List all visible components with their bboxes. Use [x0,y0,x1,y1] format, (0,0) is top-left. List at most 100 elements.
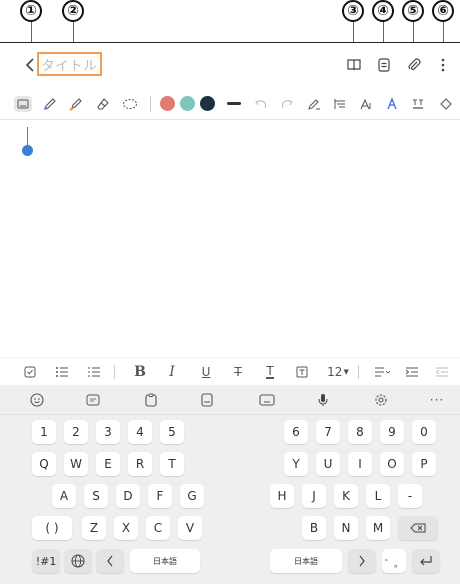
pen-icon[interactable] [40,87,60,120]
key-hyphen[interactable]: - [398,484,422,508]
lasso-select-icon[interactable] [120,87,140,120]
straighten-icon[interactable] [330,87,350,120]
key-a[interactable]: A [52,484,76,508]
redo-icon[interactable] [278,87,296,120]
pen-thickness-icon[interactable] [224,87,244,120]
key-6[interactable]: 6 [284,420,308,444]
title-input[interactable]: タイトル [37,52,102,76]
callout-4: ④ [372,0,394,22]
key-r[interactable]: R [128,452,152,476]
checkbox-icon[interactable] [20,358,40,386]
strikethrough-icon[interactable]: T [228,358,248,386]
callout-6: ⑥ [432,0,454,22]
toolbar-divider [148,87,152,120]
cursor-handle[interactable] [22,145,33,156]
key-t[interactable]: T [160,452,184,476]
keyboard-mode-icon[interactable] [12,87,34,120]
highlighter-icon[interactable] [66,87,86,120]
key-9[interactable]: 9 [380,420,404,444]
key-f[interactable]: F [148,484,172,508]
key-y[interactable]: Y [284,452,308,476]
key-parentheses[interactable]: ( ) [32,516,72,540]
space-key-right[interactable]: 日本語 [270,549,342,573]
more-icon[interactable]: ··· [426,385,448,415]
text-background-icon[interactable] [292,358,312,386]
key-c[interactable]: C [146,516,170,540]
note-canvas[interactable] [0,121,460,353]
more-options-icon[interactable] [434,55,452,75]
key-2[interactable]: 2 [64,420,88,444]
enter-icon [420,556,432,566]
callout-1: ① [20,0,42,22]
text-style-icon[interactable] [356,87,376,120]
key-u[interactable]: U [316,452,340,476]
note-list-icon[interactable] [374,55,394,75]
attach-icon[interactable] [404,55,424,75]
key-0[interactable]: 0 [412,420,436,444]
shape-tool-icon[interactable] [436,87,456,120]
text-color-icon[interactable]: T [260,358,280,386]
convert-text-icon[interactable] [408,87,428,120]
undo-icon[interactable] [252,87,270,120]
pen-color-red[interactable] [158,87,176,120]
key-e[interactable]: E [96,452,120,476]
voice-input-icon[interactable] [312,385,334,415]
key-s[interactable]: S [84,484,108,508]
key-5[interactable]: 5 [160,420,184,444]
key-g[interactable]: G [180,484,204,508]
key-w[interactable]: W [64,452,88,476]
italic-icon[interactable]: I [162,358,182,386]
key-8[interactable]: 8 [348,420,372,444]
handwriting-to-text-icon[interactable] [304,87,324,120]
key-b[interactable]: B [302,516,326,540]
color-swatch [179,96,195,111]
key-h[interactable]: H [270,484,294,508]
key-n[interactable]: N [334,516,358,540]
dakuten-key[interactable]: ゛。 [382,549,406,573]
key-l[interactable]: L [366,484,390,508]
key-3[interactable]: 3 [96,420,120,444]
keyboard-settings-icon[interactable] [370,385,392,415]
keyboard-layout-icon[interactable] [256,385,278,415]
underline-icon[interactable]: U [196,358,216,386]
symbols-icon[interactable] [82,385,104,415]
key-v[interactable]: V [178,516,202,540]
indent-icon[interactable] [402,358,422,386]
enter-key[interactable] [412,549,440,573]
pen-color-teal[interactable] [178,87,196,120]
handwriting-input-icon[interactable] [196,385,218,415]
bold-icon[interactable]: B [130,358,150,386]
key-1[interactable]: 1 [32,420,56,444]
cursor-left-key[interactable] [96,549,124,573]
handwriting-beautify-icon[interactable] [382,87,402,120]
read-mode-icon[interactable] [344,55,364,75]
key-d[interactable]: D [116,484,140,508]
key-o[interactable]: O [380,452,404,476]
clipboard-icon[interactable] [140,385,162,415]
key-q[interactable]: Q [32,452,56,476]
key-x[interactable]: X [114,516,138,540]
font-size-dropdown[interactable]: 12 ▼ [324,358,352,386]
key-i[interactable]: I [348,452,372,476]
language-key[interactable] [64,549,92,573]
key-p[interactable]: P [412,452,436,476]
symbols-key[interactable]: !#1 [32,549,60,573]
backspace-key[interactable] [398,516,438,540]
key-j[interactable]: J [302,484,326,508]
cursor-right-key[interactable] [348,549,376,573]
bullet-list-icon[interactable] [52,358,72,386]
outdent-icon[interactable] [432,358,452,386]
key-k[interactable]: K [334,484,358,508]
emoji-icon[interactable] [26,385,48,415]
numbered-list-icon[interactable] [84,358,104,386]
key-z[interactable]: Z [82,516,106,540]
space-key-left[interactable]: 日本語 [130,549,200,573]
paragraph-align-icon[interactable] [370,358,394,386]
text-format-toolbar: B I U T T 12 ▼ [0,357,460,385]
key-m[interactable]: M [366,516,390,540]
pen-color-navy[interactable] [198,87,216,120]
key-4[interactable]: 4 [128,420,152,444]
eraser-icon[interactable] [92,87,112,120]
callout-5: ⑤ [402,0,424,22]
key-7[interactable]: 7 [316,420,340,444]
